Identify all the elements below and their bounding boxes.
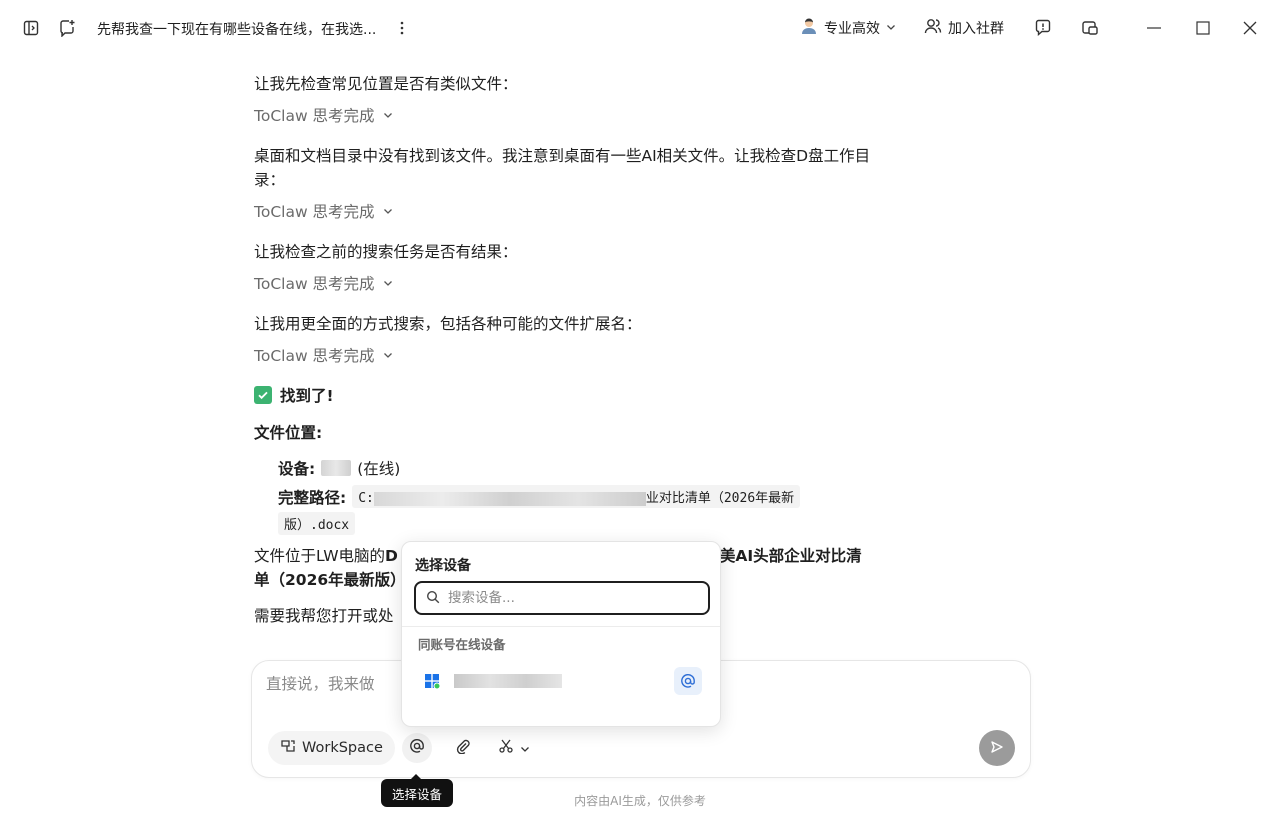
found-title: 找到了! bbox=[280, 387, 334, 405]
maximize-icon[interactable] bbox=[1191, 16, 1215, 40]
thinking-toggle[interactable]: ToClaw 思考完成 bbox=[254, 200, 393, 222]
chevron-down-icon bbox=[383, 346, 393, 364]
at-icon bbox=[409, 738, 425, 758]
people-icon bbox=[924, 17, 942, 39]
avatar-icon bbox=[800, 17, 818, 39]
paperclip-icon bbox=[455, 738, 471, 758]
chevron-down-icon bbox=[383, 106, 393, 124]
assistant-message: 让我用更全面的方式搜索，包括各种可能的文件扩展名： bbox=[254, 315, 642, 333]
path-code-end: 版）.docx bbox=[278, 512, 356, 535]
device-status: (在线) bbox=[357, 460, 401, 478]
join-community-button[interactable]: 加入社群 bbox=[924, 17, 1004, 39]
workspace-icon bbox=[280, 738, 296, 758]
path-label: 完整路径: bbox=[278, 488, 347, 507]
mention-device-button[interactable] bbox=[402, 733, 432, 763]
redacted-path bbox=[373, 491, 646, 506]
mode-label: 专业高效 bbox=[824, 21, 880, 37]
device-search-input[interactable] bbox=[448, 590, 688, 606]
windows-icon bbox=[424, 673, 441, 690]
conversation-title: 先帮我查一下现在有哪些设备在线，在我选... bbox=[97, 22, 377, 38]
thinking-label: ToClaw 思考完成 bbox=[254, 275, 375, 293]
workspace-label: WorkSpace bbox=[302, 740, 383, 756]
divider bbox=[402, 626, 720, 627]
window-mode-icon[interactable] bbox=[1078, 16, 1102, 40]
minimize-icon[interactable] bbox=[1142, 16, 1166, 40]
sidebar-toggle-icon[interactable] bbox=[19, 16, 43, 40]
title-bar: 先帮我查一下现在有哪些设备在线，在我选... 专业高效 加入社群 bbox=[0, 0, 1280, 56]
thinking-label: ToClaw 思考完成 bbox=[254, 347, 375, 365]
scissors-icon bbox=[498, 738, 514, 758]
redacted-device-name bbox=[454, 674, 562, 688]
assistant-message: 让我检查之前的搜索任务是否有结果： bbox=[254, 243, 518, 261]
close-icon[interactable] bbox=[1238, 16, 1262, 40]
path-line: 完整路径: C: 业对比清单（2026年最新 bbox=[278, 485, 801, 508]
popup-title: 选择设备 bbox=[415, 558, 471, 574]
thinking-label: ToClaw 思考完成 bbox=[254, 203, 375, 221]
assistant-message: 让我先检查常见位置是否有类似文件： bbox=[254, 75, 518, 93]
feedback-icon[interactable] bbox=[1031, 16, 1055, 40]
path-line-continued: 版）.docx bbox=[278, 512, 356, 535]
ai-disclaimer: 内容由AI生成，仅供参考 bbox=[574, 794, 706, 808]
chevron-down-icon bbox=[383, 202, 393, 220]
check-mark-icon bbox=[254, 386, 272, 404]
attach-button[interactable] bbox=[448, 733, 478, 763]
found-heading: 找到了! bbox=[254, 384, 334, 406]
chevron-down-icon bbox=[886, 20, 896, 36]
new-chat-icon[interactable] bbox=[55, 16, 79, 40]
device-line: 设备: (在线) bbox=[278, 457, 400, 479]
device-label: 设备: bbox=[278, 460, 316, 478]
assistant-message: 桌面和文档目录中没有找到该文件。我注意到桌面有一些AI相关文件。让我检查D盘工作… bbox=[254, 147, 871, 189]
device-picker-popup: 选择设备 同账号在线设备 bbox=[401, 541, 721, 727]
screenshot-button[interactable] bbox=[492, 733, 536, 763]
location-title: 文件位置: bbox=[254, 424, 323, 442]
thinking-toggle[interactable]: ToClaw 思考完成 bbox=[254, 344, 393, 366]
thinking-toggle[interactable]: ToClaw 思考完成 bbox=[254, 104, 393, 126]
join-community-label: 加入社群 bbox=[948, 21, 1004, 37]
send-icon bbox=[990, 739, 1004, 758]
send-button[interactable] bbox=[979, 730, 1015, 766]
section-label: 同账号在线设备 bbox=[418, 637, 506, 652]
device-search-box[interactable] bbox=[414, 581, 710, 615]
path-code: C: 业对比清单（2026年最新 bbox=[352, 485, 801, 508]
workspace-button[interactable]: WorkSpace bbox=[268, 731, 395, 765]
redacted-device-name bbox=[321, 460, 352, 476]
search-icon bbox=[426, 589, 440, 608]
chevron-down-icon bbox=[520, 739, 530, 758]
more-vertical-icon[interactable] bbox=[394, 17, 410, 39]
chevron-down-icon bbox=[383, 274, 393, 292]
mode-selector[interactable]: 专业高效 bbox=[800, 17, 896, 39]
thinking-label: ToClaw 思考完成 bbox=[254, 107, 375, 125]
at-icon[interactable] bbox=[674, 667, 702, 695]
thinking-toggle[interactable]: ToClaw 思考完成 bbox=[254, 272, 393, 294]
device-item[interactable] bbox=[414, 662, 710, 700]
